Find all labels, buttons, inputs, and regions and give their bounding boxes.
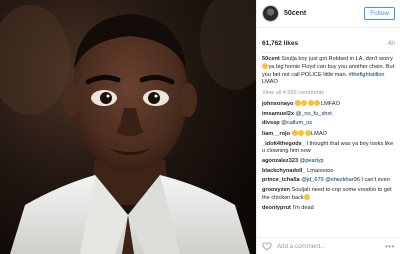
post-photo (0, 0, 256, 254)
hashtag-link[interactable]: #thefightstillon (349, 72, 385, 78)
comment-username[interactable]: deonlyprut (262, 205, 291, 211)
add-comment-input[interactable]: Add a comment... (277, 243, 385, 250)
post-username[interactable]: 50cent (284, 10, 364, 17)
view-all-comments-link[interactable]: View all 4,992 comments (262, 90, 395, 97)
comment-username[interactable]: imsamuel2x (262, 111, 294, 117)
post-side-panel: 50cent Follow 61,762 likes 4h 50cent Sou… (256, 0, 400, 254)
comment-item: agonzalez323 @pearlyp (262, 158, 395, 165)
avatar[interactable] (262, 5, 279, 22)
comment-mention[interactable]: @pearlyp (300, 158, 324, 164)
comment-item: divssp @callum_oz (262, 120, 395, 127)
likes-count[interactable]: 61,762 likes (262, 40, 298, 47)
post-header: 50cent Follow (257, 0, 400, 28)
comment-username[interactable]: liam__rojo (262, 131, 290, 137)
comment-text: LMAO (311, 131, 327, 138)
comment-username[interactable]: groovyzen (262, 187, 290, 193)
comment-item: _idolt4thegods_ I thought that was ya bo… (262, 141, 395, 156)
comment-text: LMFAO (320, 101, 340, 108)
comment-item: imsamuel2x @_no_fu_shxt (262, 111, 395, 118)
comment-item: johnsonayo LMFAO (262, 100, 395, 108)
comment-item: groovyzen Souljah need to cop some voodo… (262, 187, 395, 203)
heart-icon[interactable] (262, 241, 272, 251)
comments-list: 50cent Soulja boy just got Robbed in LA,… (257, 53, 400, 213)
laughing-emoji-icon (304, 130, 311, 137)
caption-tail: LMAO (262, 79, 278, 86)
comment-item: liam__rojo LMAO (262, 130, 395, 138)
comment-username[interactable]: _idolt4thegods_ (262, 141, 305, 147)
caption-text: Soulja boy just got Robbed in LA, don't … (281, 56, 393, 62)
comment-item: deonlyprut I'm dead (262, 205, 395, 212)
follow-button[interactable]: Follow (364, 7, 395, 20)
comment-item: blackchynadoll_ Lmaooooo (262, 168, 395, 175)
more-options-button[interactable]: ••• (385, 242, 395, 251)
caption: 50cent Soulja boy just got Robbed in LA,… (262, 56, 395, 87)
comment-username[interactable]: johnsonayo (262, 101, 293, 107)
comment-text: Lmaooooo (307, 167, 334, 174)
laughing-emoji-icon (291, 130, 298, 137)
comment-username[interactable]: blackchynadoll_ (262, 168, 306, 174)
laughing-emoji-icon (303, 194, 310, 201)
laughing-emoji-icon (298, 130, 305, 137)
comment-mention[interactable]: @callum_oz (281, 120, 312, 126)
laughing-emoji-icon (307, 100, 314, 107)
comment-text: I'm dead (292, 205, 314, 212)
laughing-emoji-icon (262, 63, 268, 70)
comment-username[interactable]: agonzalez323 (262, 158, 298, 164)
laughing-emoji-icon (301, 100, 308, 107)
comment-item: prince_tchalla @jd_679 @shezkhar96 I can… (262, 177, 395, 184)
portrait-image (0, 0, 256, 254)
instagram-post-view: 50cent Follow 61,762 likes 4h 50cent Sou… (0, 0, 400, 254)
add-comment-bar: Add a comment... ••• (257, 237, 400, 254)
laughing-emoji-icon (314, 100, 321, 107)
post-meta: 61,762 likes 4h (257, 28, 400, 47)
comment-mention[interactable]: @jd_679 @shezkhar96 (301, 177, 360, 183)
post-age[interactable]: 4h (388, 40, 395, 47)
laughing-emoji-icon (294, 100, 301, 107)
comment-mention[interactable]: @_no_fu_shxt (296, 111, 332, 117)
comment-text: I can't even (361, 177, 390, 184)
comment-username[interactable]: prince_tchalla (262, 177, 300, 183)
comment-username[interactable]: divssp (262, 120, 280, 126)
caption-username[interactable]: 50cent (262, 56, 280, 62)
